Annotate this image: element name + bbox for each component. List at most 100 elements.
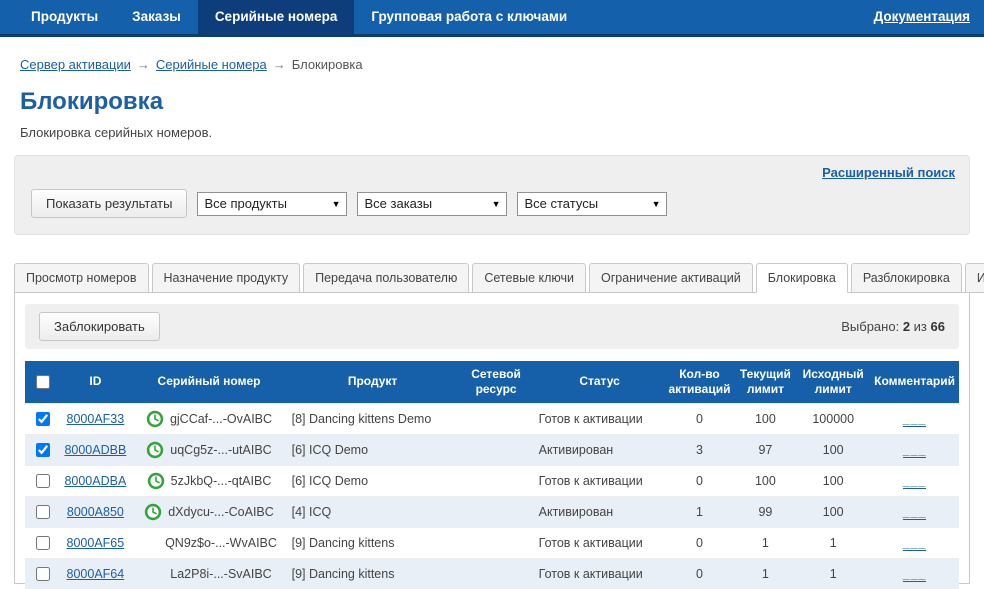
table-row: 8000AF33 gjCCaf-...-OvAIBC [8] Dancing k…: [25, 403, 959, 434]
activation-count-cell: 0: [665, 403, 735, 434]
initial-limit-cell: 1: [796, 527, 870, 558]
row-checkbox[interactable]: [36, 412, 50, 426]
tab-activation-limit[interactable]: Ограничение активаций: [589, 263, 753, 293]
activation-count-cell: 1: [665, 496, 735, 527]
comment-link[interactable]: ___: [903, 474, 927, 489]
select-all-checkbox[interactable]: [36, 375, 50, 389]
chevron-down-icon: ▼: [332, 199, 341, 209]
row-checkbox[interactable]: [36, 505, 50, 519]
clock-icon: [144, 503, 162, 521]
current-limit-cell: 100: [734, 403, 796, 434]
table-row: 8000ADBA 5zJkbQ-...-qtAIBC [6] ICQ Demo …: [25, 465, 959, 496]
table-row: 8000ADBB uqCg5z-...-utAIBC [6] ICQ Demo …: [25, 434, 959, 465]
header-serial-number: Серийный номер: [130, 361, 287, 403]
orders-select-value: Все заказы: [364, 196, 432, 211]
tab-network-keys[interactable]: Сетевые ключи: [472, 263, 586, 293]
header-product: Продукт: [288, 361, 458, 403]
initial-limit-cell: 100: [796, 465, 870, 496]
serial-number: uqCg5z-...-utAIBC: [170, 443, 271, 457]
header-initial-limit: Исходный лимит: [796, 361, 870, 403]
network-resource-cell: [458, 465, 535, 496]
nav-item-group-key-work[interactable]: Групповая работа с ключами: [354, 0, 584, 34]
tab-unblocking[interactable]: Разблокировка: [851, 263, 962, 293]
header-current-limit: Текущий лимит: [734, 361, 796, 403]
comment-link[interactable]: ___: [903, 412, 927, 427]
products-select[interactable]: Все продукты ▼: [197, 192, 347, 216]
tab-view-numbers[interactable]: Просмотр номеров: [14, 263, 149, 293]
orders-select[interactable]: Все заказы ▼: [357, 192, 507, 216]
block-button[interactable]: Заблокировать: [39, 312, 160, 341]
network-resource-cell: [458, 558, 535, 589]
product-cell: [9] Dancing kittens: [288, 558, 458, 589]
row-checkbox[interactable]: [36, 474, 50, 488]
chevron-down-icon: ▼: [652, 199, 661, 209]
statuses-select-value: Все статусы: [524, 196, 598, 211]
chevron-down-icon: ▼: [492, 199, 501, 209]
current-limit-cell: 97: [734, 434, 796, 465]
nav-item-serial-numbers[interactable]: Серийные номера: [198, 0, 355, 34]
network-resource-cell: [458, 527, 535, 558]
tab-bar: Просмотр номеров Назначение продукту Пер…: [14, 263, 970, 292]
table-row: 8000A850 dXdycu-...-CoAIBC [4] ICQ Актив…: [25, 496, 959, 527]
statuses-select[interactable]: Все статусы ▼: [517, 192, 667, 216]
table-header-row: ID Серийный номер Продукт Сетевой ресурс…: [25, 361, 959, 403]
top-navigation: Продукты Заказы Серийные номера Группова…: [0, 0, 984, 37]
page-title: Блокировка: [20, 88, 984, 116]
page-subtitle: Блокировка серийных номеров.: [20, 125, 984, 140]
id-link[interactable]: 8000A850: [67, 505, 124, 519]
comment-link[interactable]: ___: [903, 536, 927, 551]
breadcrumb-separator: →: [273, 57, 286, 72]
initial-limit-cell: 100: [796, 496, 870, 527]
selection-summary: Выбрано: 2 из 66: [841, 319, 945, 334]
id-link[interactable]: 8000ADBA: [64, 474, 126, 488]
initial-limit-cell: 1: [796, 558, 870, 589]
nav-item-orders[interactable]: Заказы: [115, 0, 198, 34]
panel-toolbar: Заблокировать Выбрано: 2 из 66: [25, 304, 959, 349]
serial-numbers-table: ID Серийный номер Продукт Сетевой ресурс…: [25, 361, 959, 589]
clock-icon: [146, 441, 164, 459]
show-results-button[interactable]: Показать результаты: [31, 189, 187, 218]
current-limit-cell: 1: [734, 558, 796, 589]
products-select-value: Все продукты: [204, 196, 286, 211]
comment-link[interactable]: ___: [903, 505, 927, 520]
tab-transfer-to-user[interactable]: Передача пользователю: [303, 263, 469, 293]
current-limit-cell: 100: [734, 465, 796, 496]
header-network-resource: Сетевой ресурс: [458, 361, 535, 403]
selected-total: 66: [931, 319, 945, 334]
breadcrumb-link-activation-server[interactable]: Сервер активации: [20, 57, 131, 72]
advanced-search-link[interactable]: Расширенный поиск: [822, 165, 955, 180]
status-cell: Готов к активации: [535, 558, 665, 589]
initial-limit-cell: 100: [796, 434, 870, 465]
network-resource-cell: [458, 496, 535, 527]
breadcrumb-current: Блокировка: [292, 57, 363, 72]
serial-number: dXdycu-...-CoAIBC: [168, 505, 274, 519]
header-activation-count: Кол-во активаций: [665, 361, 735, 403]
tab-assign-product[interactable]: Назначение продукту: [152, 263, 301, 293]
id-link[interactable]: 8000AF65: [67, 536, 125, 550]
activation-count-cell: 0: [665, 465, 735, 496]
network-resource-cell: [458, 403, 535, 434]
comment-link[interactable]: ___: [903, 443, 927, 458]
row-checkbox[interactable]: [36, 443, 50, 457]
nav-item-products[interactable]: Продукты: [14, 0, 115, 34]
clock-icon: [146, 410, 164, 428]
product-cell: [6] ICQ Demo: [288, 465, 458, 496]
header-status: Статус: [535, 361, 665, 403]
tab-blocking[interactable]: Блокировка: [756, 263, 848, 293]
row-checkbox[interactable]: [36, 567, 50, 581]
activation-count-cell: 0: [665, 527, 735, 558]
blocking-panel: Заблокировать Выбрано: 2 из 66 ID Серийн…: [14, 292, 970, 584]
status-cell: Готов к активации: [535, 527, 665, 558]
documentation-link[interactable]: Документация: [874, 0, 970, 34]
network-resource-cell: [458, 434, 535, 465]
product-cell: [8] Dancing kittens Demo: [288, 403, 458, 434]
id-link[interactable]: 8000AF64: [67, 567, 125, 581]
id-link[interactable]: 8000ADBB: [64, 443, 126, 457]
selected-infix: из: [914, 319, 927, 334]
status-cell: Активирован: [535, 496, 665, 527]
breadcrumb-link-serial-numbers[interactable]: Серийные номера: [156, 57, 267, 72]
tab-history[interactable]: История: [965, 263, 984, 293]
current-limit-cell: 99: [734, 496, 796, 527]
id-link[interactable]: 8000AF33: [67, 412, 125, 426]
row-checkbox[interactable]: [36, 536, 50, 550]
